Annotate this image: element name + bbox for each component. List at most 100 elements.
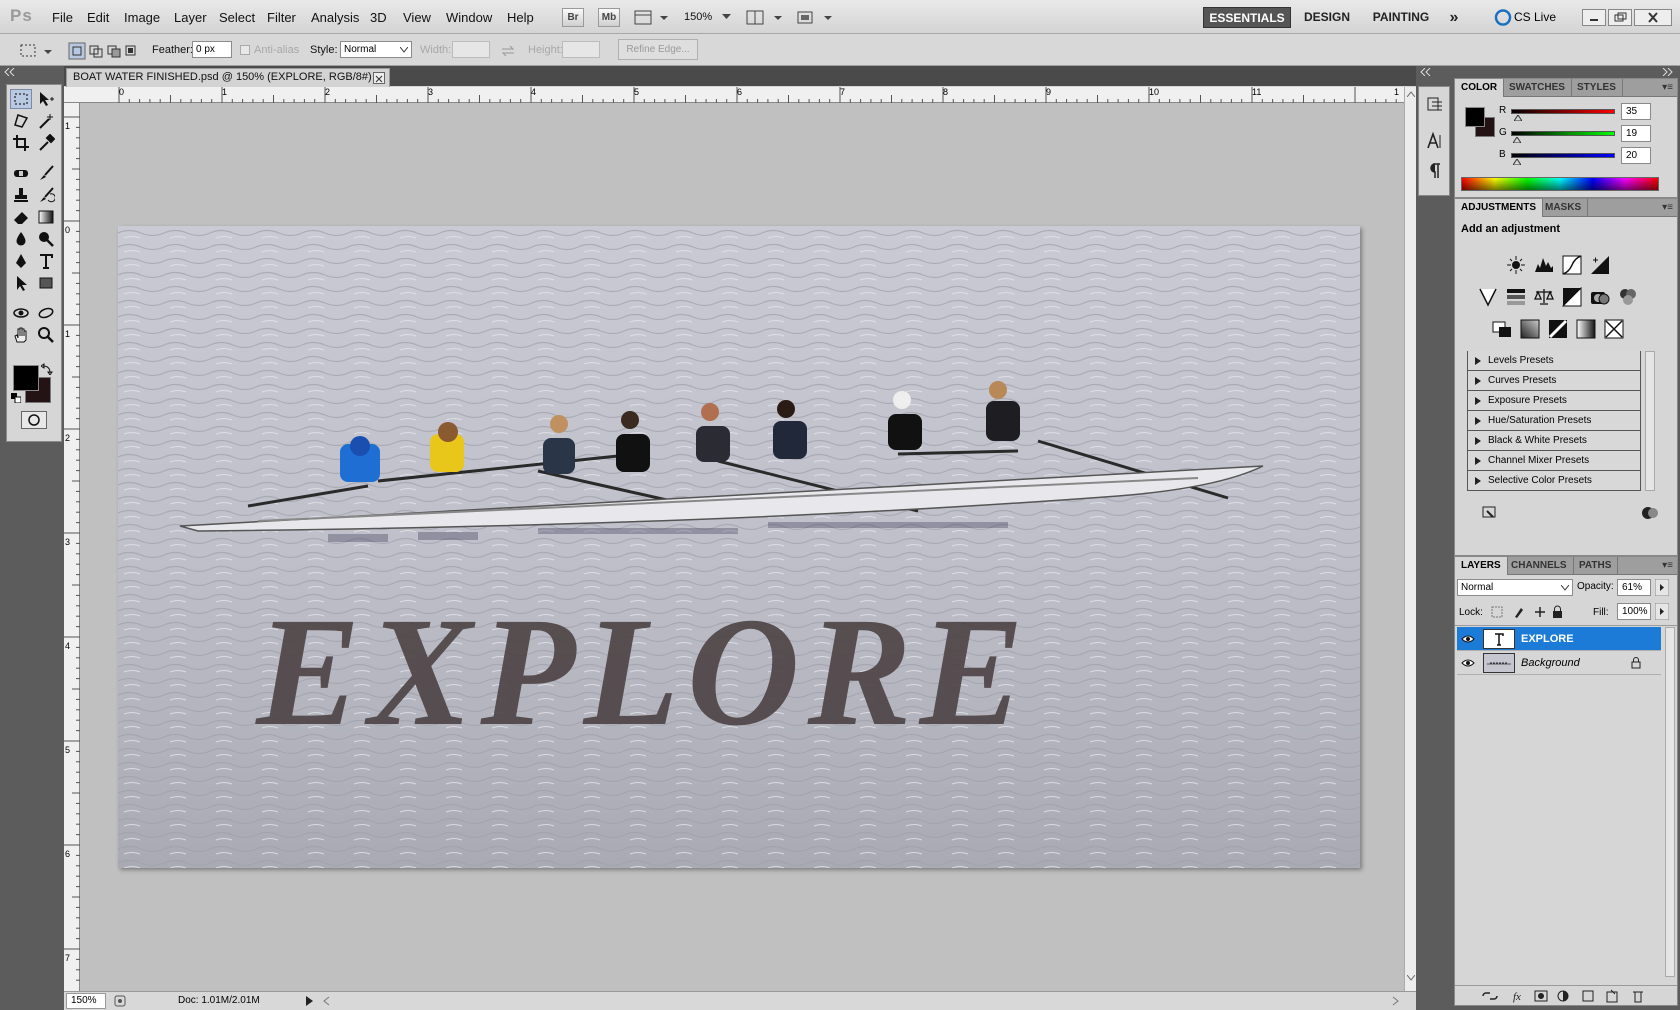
- preset-exposure[interactable]: Exposure Presets: [1467, 391, 1641, 411]
- channel-r-slider[interactable]: [1511, 109, 1615, 114]
- collapse-arrows-icon[interactable]: [1420, 68, 1432, 76]
- quick-selection-tool[interactable]: [35, 111, 57, 131]
- swap-colors-icon[interactable]: [41, 363, 53, 375]
- clone-stamp-tool[interactable]: [10, 185, 32, 205]
- photo-filter-button[interactable]: [1589, 286, 1611, 308]
- menu-help[interactable]: Help: [507, 10, 534, 25]
- healing-brush-tool[interactable]: [10, 163, 32, 183]
- slider-handle-icon[interactable]: [1513, 159, 1521, 165]
- close-button[interactable]: [1634, 9, 1672, 26]
- vibrance-button[interactable]: [1477, 286, 1499, 308]
- status-menu-arrow-icon[interactable]: [306, 996, 314, 1006]
- document-image[interactable]: EXPLORE: [118, 226, 1360, 868]
- preset-black-white[interactable]: Black & White Presets: [1467, 431, 1641, 451]
- status-info-icon[interactable]: [114, 994, 126, 1008]
- style-select[interactable]: Normal: [340, 41, 412, 58]
- lock-options-icons[interactable]: [1491, 605, 1587, 619]
- preset-channel-mixer[interactable]: Channel Mixer Presets: [1467, 451, 1641, 471]
- slider-handle-icon[interactable]: [1514, 115, 1522, 121]
- eyedropper-tool[interactable]: [35, 133, 57, 153]
- brightness-contrast-button[interactable]: [1505, 254, 1527, 276]
- brush-tool[interactable]: [35, 163, 57, 183]
- rectangle-tool[interactable]: [35, 273, 57, 293]
- history-panel-button[interactable]: [1425, 95, 1445, 115]
- zoom-dropdown-icon[interactable]: [722, 14, 731, 20]
- crop-tool[interactable]: [10, 133, 32, 153]
- menu-select[interactable]: Select: [219, 10, 255, 25]
- opacity-slider-arrow-icon[interactable]: [1655, 579, 1669, 596]
- blur-tool[interactable]: [10, 229, 32, 249]
- opacity-field[interactable]: 61%: [1617, 579, 1651, 596]
- posterize-button[interactable]: [1519, 318, 1541, 340]
- preset-hue-saturation[interactable]: Hue/Saturation Presets: [1467, 411, 1641, 431]
- minimize-button[interactable]: [1582, 9, 1606, 26]
- panel-menu-icon[interactable]: ▾≡: [1662, 560, 1673, 571]
- presets-scrollbar[interactable]: [1645, 351, 1655, 491]
- pen-tool[interactable]: [10, 251, 32, 271]
- panel-menu-icon[interactable]: ▾≡: [1662, 202, 1673, 213]
- menu-analysis[interactable]: Analysis: [311, 10, 359, 25]
- menu-3d[interactable]: 3D: [370, 10, 387, 25]
- bridge-button[interactable]: Br: [562, 8, 584, 27]
- selective-color-button[interactable]: [1603, 318, 1625, 340]
- move-tool[interactable]: [35, 89, 57, 109]
- tab-styles[interactable]: STYLES: [1571, 79, 1623, 97]
- curves-button[interactable]: [1561, 254, 1583, 276]
- extras-menu-button[interactable]: [634, 9, 674, 26]
- collapse-arrows-icon[interactable]: [4, 68, 16, 76]
- gradient-tool[interactable]: [35, 207, 57, 227]
- menu-image[interactable]: Image: [124, 10, 160, 25]
- zoom-level[interactable]: 150%: [684, 11, 712, 23]
- foreground-color-front[interactable]: [13, 365, 39, 391]
- menu-view[interactable]: View: [403, 10, 431, 25]
- character-panel-button[interactable]: [1425, 131, 1445, 151]
- hand-tool[interactable]: [10, 325, 32, 345]
- dodge-tool[interactable]: [35, 229, 57, 249]
- channel-r-value[interactable]: 35: [1621, 103, 1651, 120]
- layer-row-explore[interactable]: EXPLORE: [1457, 627, 1661, 651]
- document-tab[interactable]: BOAT WATER FINISHED.psd @ 150% (EXPLORE,…: [66, 68, 390, 87]
- workspace-essentials[interactable]: ESSENTIALS: [1203, 7, 1291, 28]
- tab-channels[interactable]: CHANNELS: [1505, 557, 1574, 575]
- 3d-orbit-tool[interactable]: [35, 303, 57, 323]
- channel-mixer-button[interactable]: [1617, 286, 1639, 308]
- levels-button[interactable]: [1533, 254, 1555, 276]
- lasso-tool[interactable]: [10, 111, 32, 131]
- gradient-map-button[interactable]: [1575, 318, 1597, 340]
- channel-g-slider[interactable]: [1511, 131, 1615, 136]
- return-to-list-icon[interactable]: [1481, 505, 1499, 521]
- history-brush-tool[interactable]: [35, 185, 57, 205]
- preset-levels[interactable]: Levels Presets: [1467, 351, 1641, 371]
- black-white-button[interactable]: [1561, 286, 1583, 308]
- color-balance-button[interactable]: [1533, 286, 1555, 308]
- status-zoom-field[interactable]: 150%: [66, 993, 106, 1009]
- 3d-rotate-tool[interactable]: [10, 303, 32, 323]
- panel-menu-icon[interactable]: ▾≡: [1662, 82, 1673, 93]
- tab-layers[interactable]: LAYERS: [1455, 557, 1508, 575]
- slider-handle-icon[interactable]: [1513, 137, 1521, 143]
- vertical-scrollbar[interactable]: [1404, 87, 1416, 991]
- channel-b-slider[interactable]: [1511, 153, 1615, 158]
- restore-button[interactable]: [1608, 9, 1632, 26]
- path-selection-tool[interactable]: [10, 273, 32, 293]
- tab-swatches[interactable]: SWATCHES: [1503, 79, 1572, 97]
- feather-input[interactable]: 0 px: [192, 41, 232, 58]
- blend-mode-select[interactable]: Normal: [1457, 579, 1573, 596]
- layer-name[interactable]: EXPLORE: [1521, 627, 1574, 651]
- tool-preset-picker[interactable]: [18, 42, 54, 60]
- layers-footer-icons[interactable]: fx: [1481, 989, 1669, 1003]
- arrange-documents-button[interactable]: [746, 9, 788, 26]
- workspace-painting[interactable]: PAINTING: [1366, 7, 1436, 28]
- menu-window[interactable]: Window: [446, 10, 492, 25]
- close-tab-button[interactable]: [373, 72, 385, 84]
- eraser-tool[interactable]: [10, 207, 32, 227]
- anti-alias-checkbox[interactable]: [240, 45, 250, 55]
- preset-curves[interactable]: Curves Presets: [1467, 371, 1641, 391]
- eye-visibility-icon[interactable]: [1461, 657, 1475, 669]
- exposure-button[interactable]: [1589, 254, 1611, 276]
- hue-saturation-button[interactable]: [1505, 286, 1527, 308]
- paragraph-panel-button[interactable]: [1425, 161, 1445, 181]
- screen-mode-button[interactable]: [796, 9, 838, 26]
- layer-name[interactable]: Background: [1521, 651, 1580, 675]
- fill-field[interactable]: 100%: [1617, 603, 1651, 620]
